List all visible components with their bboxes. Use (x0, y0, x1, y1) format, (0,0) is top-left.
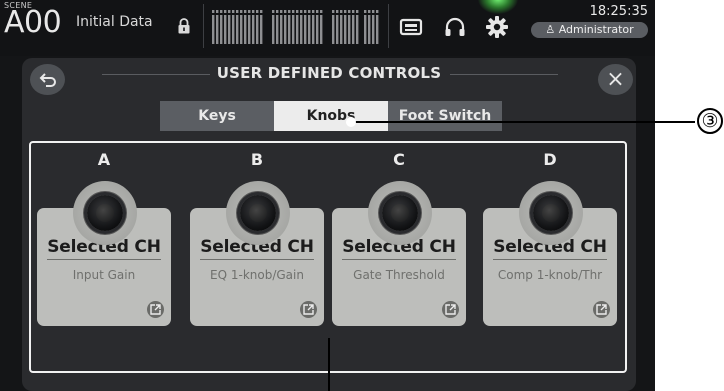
tab-bar: Keys Knobs Foot Switch (160, 101, 502, 131)
popup-icon[interactable] (147, 301, 164, 318)
knob-divider (47, 259, 161, 260)
clock: 18:25:35 (589, 4, 648, 19)
knob-icon (519, 181, 583, 245)
knob-parameter: Comp 1-knob/Thr (497, 268, 603, 282)
popup-icon[interactable] (300, 301, 317, 318)
recorder-icon[interactable] (398, 14, 424, 40)
scene-name[interactable]: Initial Data (76, 14, 153, 30)
popup-icon[interactable] (442, 301, 459, 318)
user-name: Administrator (558, 23, 634, 36)
gear-icon[interactable] (484, 14, 510, 40)
mixer-screen: SCENE A00 Initial Data 18:25:35 ♙ Admini… (0, 0, 655, 391)
knob-letter: B (250, 150, 264, 169)
tab-keys[interactable]: Keys (160, 101, 274, 131)
knob-column-b: B Selected CH EQ 1-knob/Gain (190, 150, 324, 326)
page-title: USER DEFINED CONTROLS (216, 64, 442, 82)
knob-divider (493, 259, 607, 260)
knob-column-c: C Selected CH Gate Threshold (332, 150, 466, 326)
knob-column-a: A Selected CH Input Gain (37, 150, 171, 326)
callout-number: ③ (697, 108, 723, 134)
scene-number[interactable]: A00 (4, 6, 62, 40)
level-meters-icon[interactable] (212, 10, 380, 44)
knob-letter: D (543, 150, 557, 169)
knob-letter: A (97, 150, 111, 169)
close-icon: × (606, 66, 625, 92)
knob-parameter: Input Gain (72, 268, 136, 282)
separator (203, 4, 204, 48)
separator (388, 4, 389, 48)
headphones-icon[interactable] (442, 14, 468, 40)
knob-divider (200, 259, 314, 260)
close-button[interactable]: × (598, 64, 633, 95)
callout-leader-line (350, 121, 695, 123)
knob-icon (368, 181, 432, 245)
knob-icon (226, 181, 290, 245)
knob-divider (342, 259, 456, 260)
lock-icon (178, 18, 190, 34)
status-bar: SCENE A00 Initial Data 18:25:35 ♙ Admini… (0, 0, 655, 56)
knob-letter: C (393, 150, 405, 169)
knob-parameter: EQ 1-knob/Gain (210, 268, 304, 282)
knob-icon (73, 181, 137, 245)
tab-foot-switch[interactable]: Foot Switch (388, 101, 502, 131)
status-led (478, 0, 518, 14)
user-icon: ♙ (545, 23, 556, 36)
knob-parameter: Gate Threshold (353, 268, 445, 282)
callout-vertical-line (328, 338, 330, 391)
popup-icon[interactable] (593, 301, 610, 318)
knob-column-d: D Selected CH Comp 1-knob/Thr (483, 150, 617, 326)
user-badge[interactable]: ♙ Administrator (531, 22, 648, 38)
tab-knobs[interactable]: Knobs (274, 101, 388, 131)
callout-dot (346, 117, 356, 127)
